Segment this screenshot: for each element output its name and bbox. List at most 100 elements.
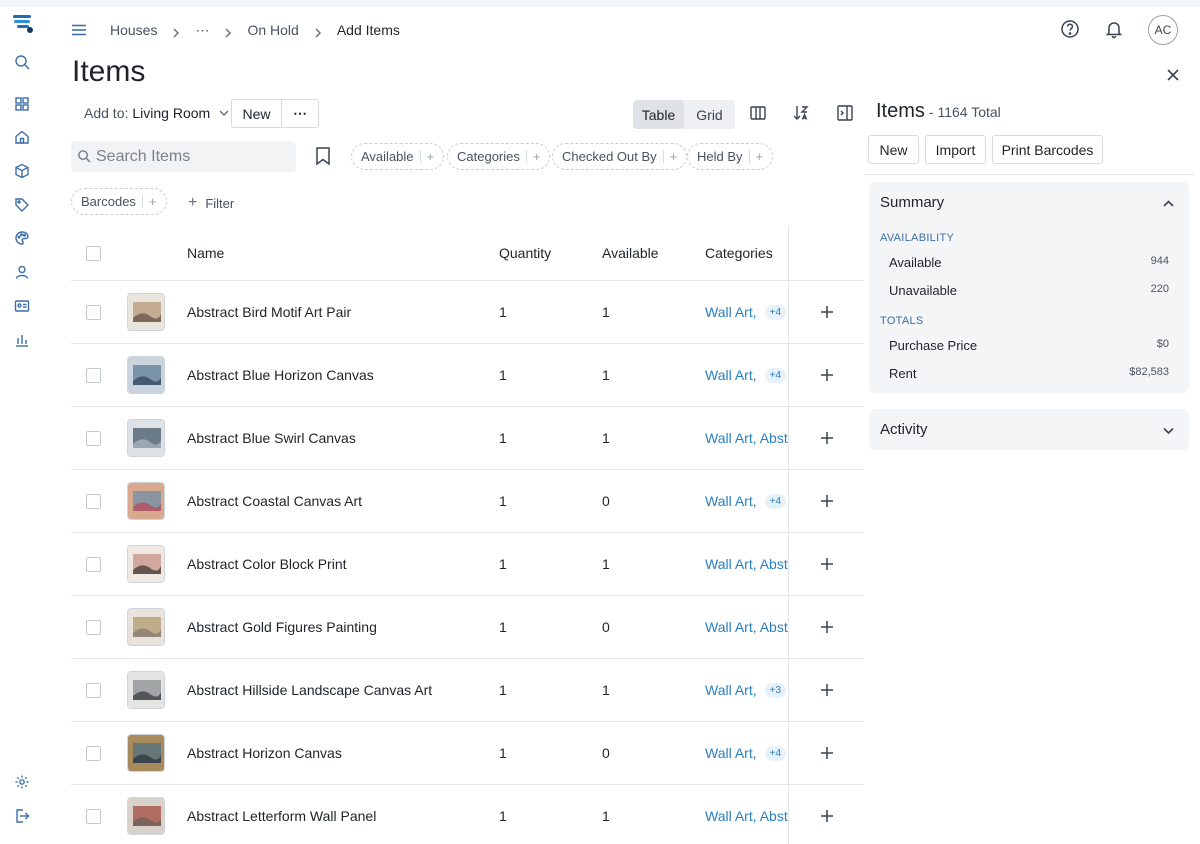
filter-chip-held-by[interactable]: Held By + bbox=[687, 143, 774, 170]
item-name[interactable]: Abstract Letterform Wall Panel bbox=[187, 785, 376, 844]
item-name[interactable]: Abstract Blue Horizon Canvas bbox=[187, 344, 374, 406]
more-categories-badge[interactable]: +4 bbox=[764, 367, 787, 383]
avatar[interactable]: AC bbox=[1148, 15, 1178, 45]
item-categories[interactable]: Wall Art, Abstract bbox=[705, 556, 789, 572]
reports-icon[interactable] bbox=[13, 331, 31, 349]
item-categories[interactable]: Wall Art, Abstract bbox=[705, 619, 789, 635]
more-categories-badge[interactable]: +4 bbox=[764, 304, 787, 320]
item-categories[interactable]: Wall Art, bbox=[705, 745, 757, 761]
row-checkbox[interactable] bbox=[86, 367, 101, 383]
add-item-icon[interactable] bbox=[820, 746, 834, 760]
bell-icon[interactable] bbox=[1104, 19, 1124, 42]
row-checkbox[interactable] bbox=[86, 808, 101, 824]
box-icon[interactable] bbox=[13, 162, 31, 180]
home-icon[interactable] bbox=[13, 128, 31, 146]
panel-new-button[interactable]: New bbox=[868, 135, 919, 164]
view-grid-tab[interactable]: Grid bbox=[684, 100, 735, 129]
item-name[interactable]: Abstract Coastal Canvas Art bbox=[187, 470, 362, 532]
add-item-icon[interactable] bbox=[820, 431, 834, 445]
logout-icon[interactable] bbox=[13, 807, 31, 825]
sort-icon[interactable] bbox=[792, 104, 812, 124]
item-name[interactable]: Abstract Hillside Landscape Canvas Art bbox=[187, 659, 432, 721]
breadcrumb-on-hold[interactable]: On Hold bbox=[247, 22, 298, 38]
user-icon[interactable] bbox=[13, 263, 31, 281]
table-row[interactable]: Abstract Horizon Canvas 1 0 Wall Art, +4 bbox=[71, 722, 864, 785]
search-input[interactable] bbox=[96, 147, 286, 166]
add-item-icon[interactable] bbox=[820, 620, 834, 634]
add-to-select[interactable]: Add to: Living Room bbox=[84, 105, 230, 121]
item-name[interactable]: Abstract Gold Figures Painting bbox=[187, 596, 377, 658]
add-item-icon[interactable] bbox=[820, 683, 834, 697]
row-checkbox[interactable] bbox=[86, 556, 101, 572]
row-checkbox[interactable] bbox=[86, 430, 101, 446]
panel-import-button[interactable]: Import bbox=[925, 135, 986, 164]
add-item-icon[interactable] bbox=[820, 494, 834, 508]
columns-icon[interactable] bbox=[749, 104, 769, 124]
table-row[interactable]: Abstract Hillside Landscape Canvas Art 1 1… bbox=[71, 659, 864, 722]
add-item-icon[interactable] bbox=[820, 368, 834, 382]
row-checkbox[interactable] bbox=[86, 745, 101, 761]
table-row[interactable]: Abstract Bird Motif Art Pair 1 1 Wall Art, +… bbox=[71, 281, 864, 344]
palette-icon[interactable] bbox=[13, 229, 31, 247]
item-name[interactable]: Abstract Bird Motif Art Pair bbox=[187, 281, 351, 343]
column-name[interactable]: Name bbox=[187, 226, 224, 280]
item-name[interactable]: Abstract Blue Swirl Canvas bbox=[187, 407, 356, 469]
filter-chip-available[interactable]: Available + bbox=[351, 143, 445, 170]
column-quantity[interactable]: Quantity bbox=[499, 226, 551, 280]
filter-chip-barcodes[interactable]: Barcodes + bbox=[71, 188, 167, 215]
purchase-price-label: Purchase Price bbox=[889, 338, 978, 353]
item-categories[interactable]: Wall Art, Abstract bbox=[705, 430, 789, 446]
settings-icon[interactable] bbox=[13, 773, 31, 791]
row-checkbox[interactable] bbox=[86, 619, 101, 635]
view-table-tab[interactable]: Table bbox=[633, 100, 684, 129]
brand-logo[interactable] bbox=[11, 12, 35, 36]
more-categories-badge[interactable]: +4 bbox=[764, 493, 787, 509]
dashboard-icon[interactable] bbox=[13, 95, 31, 113]
new-button[interactable]: New bbox=[231, 99, 282, 128]
menu-icon[interactable] bbox=[70, 21, 88, 39]
item-categories[interactable]: Wall Art, bbox=[705, 682, 757, 698]
more-categories-badge[interactable]: +4 bbox=[764, 745, 787, 761]
item-name[interactable]: Abstract Horizon Canvas bbox=[187, 722, 342, 784]
print-barcodes-button[interactable]: Print Barcodes bbox=[992, 135, 1103, 164]
row-checkbox[interactable] bbox=[86, 682, 101, 698]
table-row[interactable]: Abstract Blue Swirl Canvas 1 1 Wall Art, Ab… bbox=[71, 407, 864, 470]
column-categories[interactable]: Categories bbox=[705, 226, 773, 280]
side-panel-icon[interactable] bbox=[836, 104, 856, 124]
add-item-icon[interactable] bbox=[820, 809, 834, 823]
item-categories[interactable]: Wall Art, bbox=[705, 304, 757, 320]
row-checkbox[interactable] bbox=[86, 493, 101, 509]
table-row[interactable]: Abstract Color Block Print 1 1 Wall Art, Ab… bbox=[71, 533, 864, 596]
activity-heading[interactable]: Activity bbox=[880, 421, 928, 438]
filter-chip-categories[interactable]: Categories + bbox=[447, 143, 551, 170]
activity-card[interactable]: Activity bbox=[869, 409, 1189, 450]
table-row[interactable]: Abstract Letterform Wall Panel 1 1 Wall Art… bbox=[71, 785, 864, 844]
filter-chip-checked-out-by[interactable]: Checked Out By + bbox=[552, 143, 688, 170]
table-row[interactable]: Abstract Gold Figures Painting 1 0 Wall Art… bbox=[71, 596, 864, 659]
select-all-checkbox[interactable] bbox=[86, 245, 101, 261]
item-categories[interactable]: Wall Art, bbox=[705, 367, 757, 383]
table-row[interactable]: Abstract Blue Horizon Canvas 1 1 Wall Art, +… bbox=[71, 344, 864, 407]
close-icon[interactable] bbox=[1166, 68, 1180, 85]
item-categories[interactable]: Wall Art, bbox=[705, 493, 757, 509]
row-checkbox[interactable] bbox=[86, 304, 101, 320]
add-filter-button[interactable]: + Filter bbox=[188, 194, 234, 212]
add-item-icon[interactable] bbox=[820, 557, 834, 571]
item-categories[interactable]: Wall Art, Abstract bbox=[705, 808, 789, 824]
help-icon[interactable] bbox=[1060, 19, 1080, 42]
column-available[interactable]: Available bbox=[602, 226, 659, 280]
chevron-up-icon[interactable] bbox=[1162, 197, 1175, 213]
more-categories-badge[interactable]: +3 bbox=[764, 682, 787, 698]
breadcrumb-houses[interactable]: Houses bbox=[110, 22, 157, 38]
item-name[interactable]: Abstract Color Block Print bbox=[187, 533, 347, 595]
add-item-icon[interactable] bbox=[820, 305, 834, 319]
breadcrumb-ellipsis[interactable]: ⋯ bbox=[195, 22, 209, 39]
more-options-button[interactable]: ⋯ bbox=[281, 99, 319, 128]
table-row[interactable]: Abstract Coastal Canvas Art 1 0 Wall Art, +4 bbox=[71, 470, 864, 533]
chevron-down-icon[interactable] bbox=[1162, 424, 1175, 440]
summary-heading[interactable]: Summary bbox=[880, 194, 944, 211]
bookmark-icon[interactable] bbox=[314, 146, 332, 169]
search-icon[interactable] bbox=[13, 53, 31, 71]
id-card-icon[interactable] bbox=[13, 297, 31, 315]
tag-icon[interactable] bbox=[13, 196, 31, 214]
